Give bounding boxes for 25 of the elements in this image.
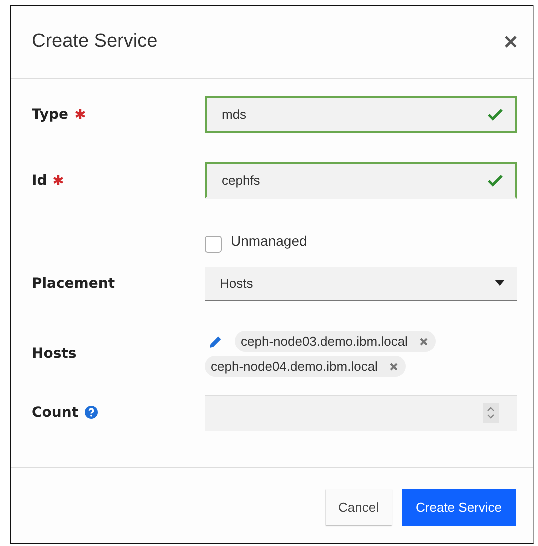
text-field[interactable]: mds: [205, 96, 517, 133]
host-chip: ceph-node04.demo.ibm.local: [205, 356, 406, 377]
spinner-icon[interactable]: [483, 403, 499, 423]
checkbox[interactable]: [205, 236, 222, 253]
close-icon[interactable]: [505, 36, 517, 48]
field-label: Type: [32, 106, 69, 122]
field-label: Id: [32, 172, 48, 188]
help-icon[interactable]: [84, 406, 98, 419]
checkbox-label: Unmanaged: [231, 232, 308, 248]
field-label: Hosts: [32, 346, 77, 362]
field-label: Count: [32, 404, 79, 420]
host-chip: ceph-node03.demo.ibm.local: [235, 331, 436, 352]
check-icon: [488, 174, 503, 186]
submit-button[interactable]: Create Service: [402, 488, 516, 526]
text-field[interactable]: cephfs: [205, 162, 517, 199]
placement-select[interactable]: Hosts: [205, 266, 517, 300]
pencil-icon[interactable]: [209, 334, 223, 348]
remove-icon[interactable]: [390, 362, 398, 370]
field-label: Placement: [32, 276, 116, 292]
cancel-button[interactable]: Cancel: [326, 489, 392, 525]
check-icon: [488, 108, 503, 120]
remove-icon[interactable]: [420, 338, 428, 346]
count-field[interactable]: [205, 394, 517, 430]
dialog-title: Create Service: [32, 31, 158, 53]
caret-icon: [495, 280, 505, 286]
